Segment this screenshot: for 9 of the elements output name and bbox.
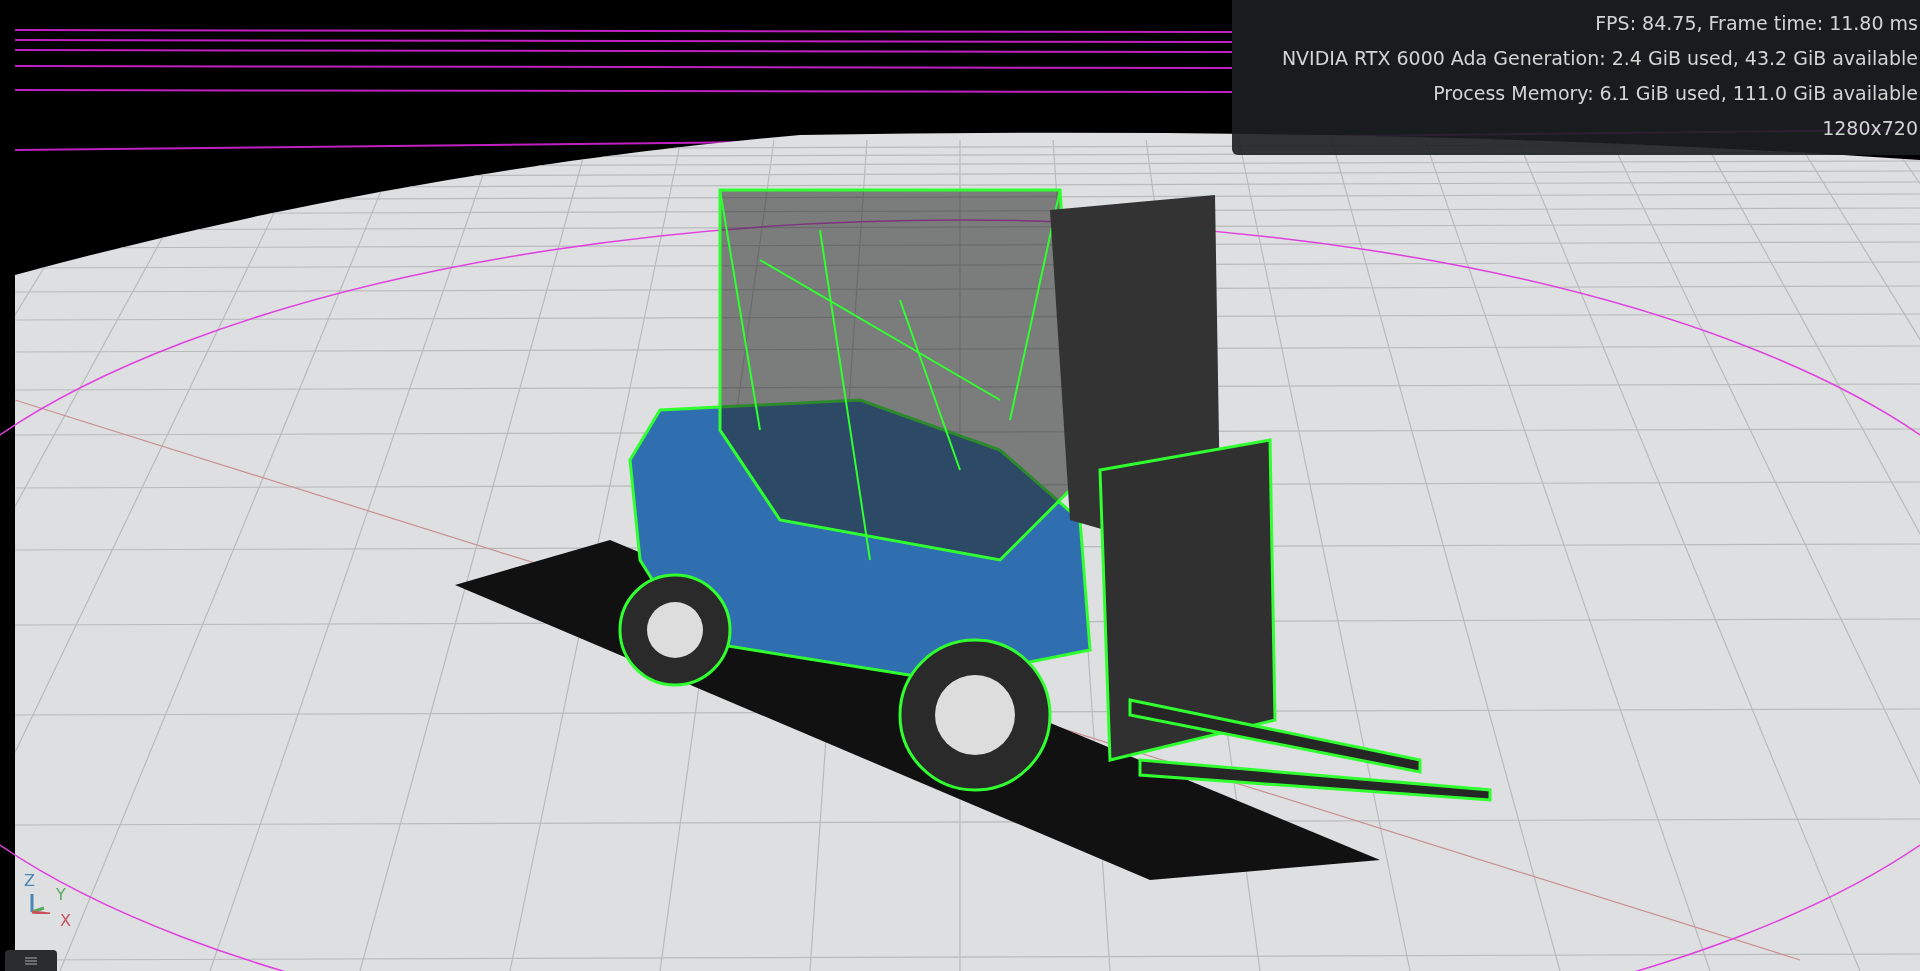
- stats-line: Process Memory: 6.1 GiB used, 111.0 GiB available: [1433, 81, 1918, 106]
- stats-line: FPS: 84.75, Frame time: 11.80 ms: [1595, 11, 1918, 36]
- axis-label: Z: [24, 872, 35, 890]
- viewport-menu-button[interactable]: [5, 950, 57, 971]
- menu-icon: [25, 956, 37, 965]
- stats-line: 1280x720: [1822, 116, 1918, 141]
- stats-line: NVIDIA RTX 6000 Ada Generation: 2.4 GiB used, 43.2 GiB available: [1281, 46, 1918, 71]
- axis-label: Y: [56, 886, 66, 904]
- axis-label: X: [60, 912, 71, 930]
